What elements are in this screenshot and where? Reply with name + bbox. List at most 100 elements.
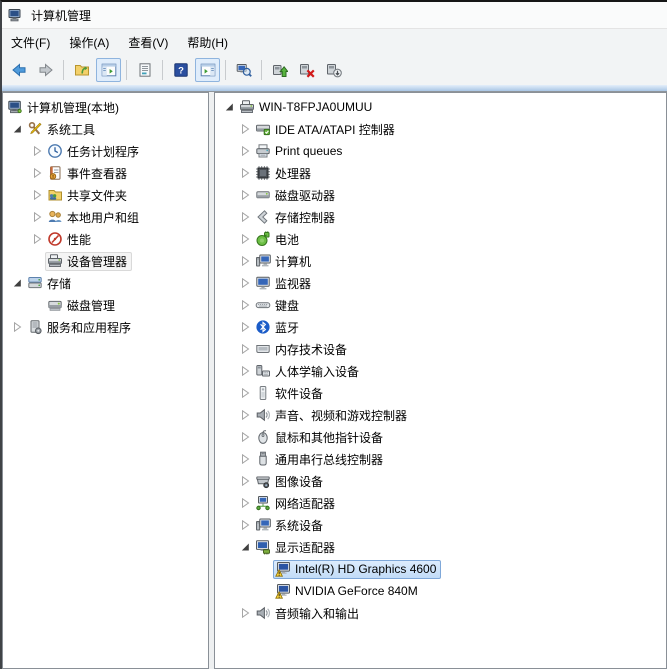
tree-item-audio-inputs-outputs[interactable]: 音频输入和输出: [215, 602, 666, 624]
tree-item-system-devices[interactable]: 系统设备: [215, 514, 666, 536]
tree-item-nvidia-geforce[interactable]: NVIDIA GeForce 840M: [215, 580, 666, 602]
tree-item-label: 本地用户和组: [67, 210, 140, 225]
system-tools-icon: [27, 121, 43, 137]
storage-controller-icon: [255, 209, 271, 225]
tree-item-keyboards[interactable]: 键盘: [215, 294, 666, 316]
up-one-level-button[interactable]: [69, 58, 94, 82]
expander-collapsed-icon[interactable]: [237, 517, 253, 533]
expander-collapsed-icon[interactable]: [237, 407, 253, 423]
tree-row-content: 软件设备: [253, 384, 328, 403]
tree-item-storage-controllers[interactable]: 存储控制器: [215, 206, 666, 228]
expander-collapsed-icon[interactable]: [29, 209, 45, 225]
tree-item-label: 存储控制器: [275, 210, 336, 225]
tree-item-performance[interactable]: 性能: [3, 228, 208, 250]
tree-item-device-manager[interactable]: 设备管理器: [3, 250, 208, 272]
tree-item-sound-controllers[interactable]: 声音、视频和游戏控制器: [215, 404, 666, 426]
uninstall-device-icon: [299, 62, 315, 78]
tree-item-mice[interactable]: 鼠标和其他指针设备: [215, 426, 666, 448]
tree-item-processors[interactable]: 处理器: [215, 162, 666, 184]
menu-file[interactable]: 文件(F): [4, 30, 57, 55]
tree-item-print-queues[interactable]: Print queues: [215, 140, 666, 162]
expander-expanded-icon[interactable]: [221, 99, 237, 115]
expander-collapsed-icon[interactable]: [29, 143, 45, 159]
expander-collapsed-icon[interactable]: [29, 187, 45, 203]
tree-item-shared-folders[interactable]: 共享文件夹: [3, 184, 208, 206]
tree-item-network-adapters[interactable]: 网络适配器: [215, 492, 666, 514]
update-driver-button[interactable]: [267, 58, 292, 82]
expander-collapsed-icon[interactable]: [29, 165, 45, 181]
tree-item-computer-root[interactable]: WIN-T8FPJA0UMUU: [215, 96, 666, 118]
tree-row-content: NVIDIA GeForce 840M: [273, 582, 423, 601]
expander-collapsed-icon[interactable]: [237, 451, 253, 467]
tree-item-label: 计算机: [275, 254, 312, 269]
tree-item-hid-devices[interactable]: 人体学输入设备: [215, 360, 666, 382]
tree-item-computer-management-local[interactable]: 计算机管理(本地): [3, 96, 208, 118]
tree-item-services-applications[interactable]: 服务和应用程序: [3, 316, 208, 338]
expander-collapsed-icon[interactable]: [237, 605, 253, 621]
expander-collapsed-icon[interactable]: [237, 209, 253, 225]
tree-item-storage[interactable]: 存储: [3, 272, 208, 294]
expander-collapsed-icon[interactable]: [237, 319, 253, 335]
tree-item-system-tools[interactable]: 系统工具: [3, 118, 208, 140]
expander-collapsed-icon[interactable]: [9, 319, 25, 335]
expander-collapsed-icon[interactable]: [237, 231, 253, 247]
expander-collapsed-icon[interactable]: [237, 253, 253, 269]
performance-icon: [47, 231, 63, 247]
toolbar-separator: [126, 60, 127, 80]
show-console-tree-button[interactable]: [96, 58, 121, 82]
console-tree-pane: 计算机管理(本地) 系统工具 任务计划程序 事件查看器 共享文件夹本地用户和组性能 设备管…: [2, 92, 209, 669]
tree-item-batteries[interactable]: 电池: [215, 228, 666, 250]
bluetooth-icon: [255, 319, 271, 335]
tree-item-display-adapters[interactable]: 显示适配器: [215, 536, 666, 558]
arrow-left-icon: [11, 62, 27, 78]
show-action-pane-button[interactable]: [195, 58, 220, 82]
scan-hardware-button[interactable]: [231, 58, 256, 82]
menu-help[interactable]: 帮助(H): [180, 30, 235, 55]
tree-item-label: 显示适配器: [275, 540, 336, 555]
expander-collapsed-icon[interactable]: [237, 429, 253, 445]
tree-item-software-devices[interactable]: 软件设备: [215, 382, 666, 404]
expander-expanded-icon[interactable]: [9, 121, 25, 137]
tree-item-intel-hd-graphics[interactable]: Intel(R) HD Graphics 4600: [215, 558, 666, 580]
menu-action[interactable]: 操作(A): [62, 30, 116, 55]
expander-collapsed-icon[interactable]: [237, 121, 253, 137]
menu-view[interactable]: 查看(V): [121, 30, 175, 55]
tree-item-computer[interactable]: 计算机: [215, 250, 666, 272]
expander-collapsed-icon[interactable]: [237, 275, 253, 291]
tree-row-content: 电池: [253, 230, 304, 249]
toolbar: ?: [2, 55, 667, 85]
expander-collapsed-icon[interactable]: [237, 165, 253, 181]
expander-collapsed-icon[interactable]: [29, 231, 45, 247]
tree-item-disk-management[interactable]: 磁盘管理: [3, 294, 208, 316]
back-button[interactable]: [6, 58, 31, 82]
expander-collapsed-icon[interactable]: [237, 297, 253, 313]
disable-device-button[interactable]: [321, 58, 346, 82]
expander-collapsed-icon[interactable]: [237, 495, 253, 511]
expander-collapsed-icon[interactable]: [237, 341, 253, 357]
tree-row-content: Print queues: [253, 142, 347, 161]
tree-item-imaging-devices[interactable]: 图像设备: [215, 470, 666, 492]
tree-item-local-users-groups[interactable]: 本地用户和组: [3, 206, 208, 228]
export-list-button[interactable]: [132, 58, 157, 82]
tree-item-memory-devices[interactable]: 内存技术设备: [215, 338, 666, 360]
expander-collapsed-icon[interactable]: [237, 473, 253, 489]
title-bar: 计算机管理: [2, 2, 667, 29]
toolbar-separator: [63, 60, 64, 80]
tree-item-bluetooth[interactable]: 蓝牙: [215, 316, 666, 338]
expander-collapsed-icon[interactable]: [237, 187, 253, 203]
expander-collapsed-icon[interactable]: [237, 385, 253, 401]
tree-item-monitors[interactable]: 监视器: [215, 272, 666, 294]
arrow-right-icon: [38, 62, 54, 78]
tree-item-task-scheduler[interactable]: 任务计划程序: [3, 140, 208, 162]
tree-item-event-viewer[interactable]: 事件查看器: [3, 162, 208, 184]
tree-item-usb-controllers[interactable]: 通用串行总线控制器: [215, 448, 666, 470]
expander-collapsed-icon[interactable]: [237, 363, 253, 379]
tree-item-ide-controllers[interactable]: IDE ATA/ATAPI 控制器: [215, 118, 666, 140]
expander-collapsed-icon[interactable]: [237, 143, 253, 159]
expander-expanded-icon[interactable]: [9, 275, 25, 291]
uninstall-device-button[interactable]: [294, 58, 319, 82]
tree-item-disk-drives[interactable]: 磁盘驱动器: [215, 184, 666, 206]
expander-expanded-icon[interactable]: [237, 539, 253, 555]
help-button[interactable]: ?: [168, 58, 193, 82]
forward-button[interactable]: [33, 58, 58, 82]
